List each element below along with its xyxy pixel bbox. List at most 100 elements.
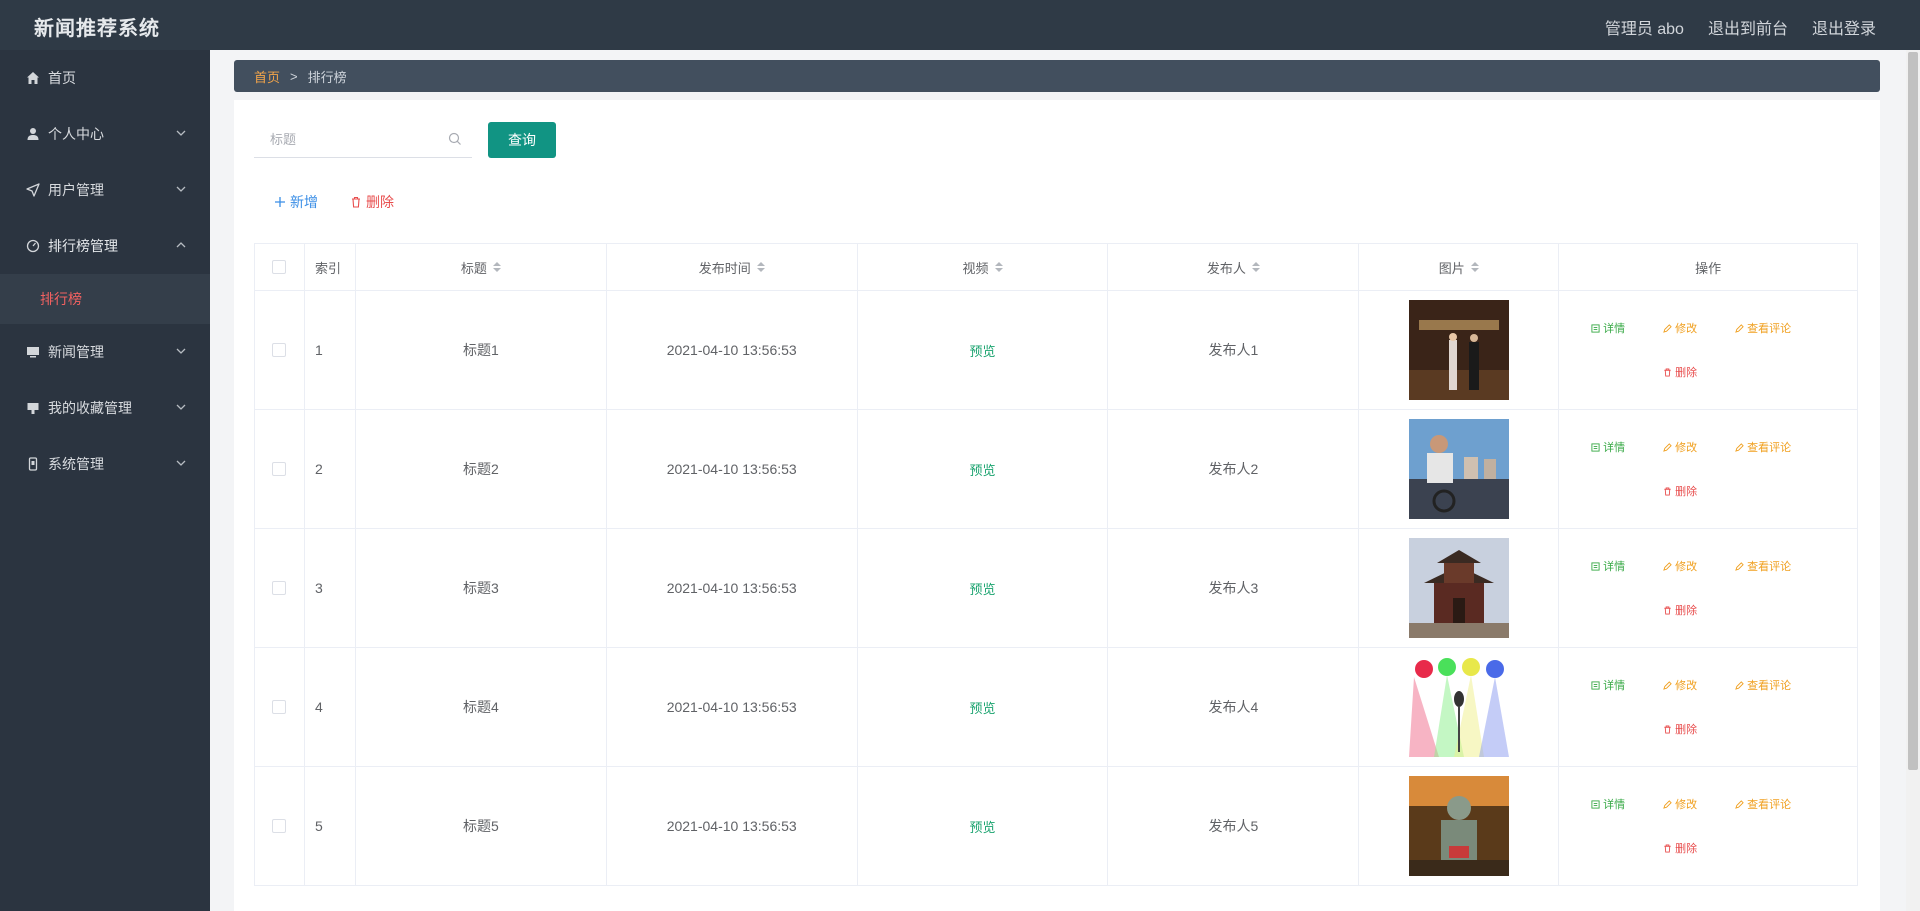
logout-link[interactable]: 退出登录 [1812,15,1876,39]
admin-user-label[interactable]: 管理员 abo [1605,15,1684,39]
row-checkbox[interactable] [272,819,287,833]
row-delete-button[interactable]: 删除 [1663,840,1697,856]
row-delete-button[interactable]: 删除 [1663,364,1697,380]
sidebar-item-news-management[interactable]: 新闻管理 [0,324,210,380]
chevron-down-icon [176,186,186,192]
batch-delete-label: 删除 [366,194,394,210]
sidebar-subitem-ranking[interactable]: 排行榜 [0,274,210,324]
document-icon [1591,561,1600,571]
edit-button[interactable]: 修改 [1663,796,1697,812]
sort-icon[interactable] [756,262,765,272]
edit-icon [1735,799,1744,809]
detail-button[interactable]: 详情 [1591,558,1625,574]
row-checkbox[interactable] [272,462,287,476]
plus-icon [275,197,285,207]
view-comments-button[interactable]: 查看评论 [1735,558,1791,574]
sidebar-item-user-management[interactable]: 用户管理 [0,162,210,218]
sort-icon[interactable] [1251,262,1260,272]
breadcrumb-separator: > [290,68,298,84]
edit-button[interactable]: 修改 [1663,677,1697,693]
breadcrumb-current: 排行榜 [307,69,347,85]
header-time[interactable]: 发布时间 [607,244,858,290]
sort-icon[interactable] [1470,262,1479,272]
view-comments-button[interactable]: 查看评论 [1735,796,1791,812]
sidebar-item-personal-center[interactable]: 个人中心 [0,106,210,162]
page-scrollbar[interactable] [1906,50,1920,911]
row-publisher: 发布人1 [1108,291,1360,409]
row-image-cell [1359,291,1560,409]
detail-button[interactable]: 详情 [1591,796,1625,812]
video-preview-link[interactable]: 预览 [970,698,996,717]
stage-microphone-photo [1408,657,1509,757]
row-delete-button[interactable]: 删除 [1663,721,1697,737]
video-preview-link[interactable]: 预览 [970,460,996,479]
row-video-cell: 预览 [858,648,1109,766]
batch-delete-button[interactable]: 删除 [350,192,394,212]
view-comments-button[interactable]: 查看评论 [1735,320,1791,336]
row-delete-label: 删除 [1675,843,1698,855]
select-all-checkbox[interactable] [272,260,287,274]
search-input[interactable] [254,122,444,156]
row-checkbox[interactable] [272,343,287,357]
sidebar-item-ranking-management[interactable]: 排行榜管理 [0,218,210,274]
header-image[interactable]: 图片 [1359,244,1560,290]
header-publisher[interactable]: 发布人 [1108,244,1360,290]
trash-icon [1664,724,1671,734]
sidebar-item-home[interactable]: 首页 [0,50,210,106]
row-checkbox-cell [255,291,305,409]
sort-icon[interactable] [492,262,501,272]
document-icon [1591,680,1600,690]
scrollbar-thumb[interactable] [1908,52,1918,770]
breadcrumb-home[interactable]: 首页 [254,67,280,86]
video-preview-link[interactable]: 预览 [970,579,996,598]
table-row: 3 标题3 2021-04-10 13:56:53 预览 发布人3 详情 修改 查看评论 删除 [255,529,1858,648]
main-content: 首页 > 排行榜 查询 新增 删除 索引 标题 发布时间 视 [210,50,1900,911]
row-time: 2021-04-10 13:56:53 [607,648,858,766]
header-index: 索引 [305,244,356,290]
sidebar-item-label: 首页 [48,70,76,86]
table-row: 4 标题4 2021-04-10 13:56:53 预览 发布人4 详情 修改 查看评论 删除 [255,648,1858,767]
award-ceremony-photo [1408,300,1509,400]
query-button[interactable]: 查询 [488,122,556,158]
header-video[interactable]: 视频 [858,244,1109,290]
row-checkbox[interactable] [272,581,287,595]
pagoda-photo [1408,538,1509,638]
row-checkbox-cell [255,767,305,885]
detail-button[interactable]: 详情 [1591,439,1625,455]
edit-button[interactable]: 修改 [1663,439,1697,455]
row-time: 2021-04-10 13:56:53 [607,767,858,885]
table-row: 2 标题2 2021-04-10 13:56:53 预览 发布人2 详情 修改 查看评论 删除 [255,410,1858,529]
sort-icon[interactable] [994,262,1003,272]
row-delete-label: 删除 [1675,367,1698,379]
row-title: 标题1 [356,291,607,409]
chevron-down-icon [176,460,186,466]
sidebar-item-favorites-management[interactable]: 我的收藏管理 [0,380,210,436]
row-delete-button[interactable]: 删除 [1663,602,1697,618]
table-row: 1 标题1 2021-04-10 13:56:53 预览 发布人1 详情 修改 查看评论 删除 [255,291,1858,410]
row-title: 标题2 [356,410,607,528]
row-image-cell [1359,410,1560,528]
add-button-label: 新增 [290,194,318,210]
row-checkbox[interactable] [272,700,287,714]
row-delete-button[interactable]: 删除 [1663,483,1697,499]
header-title[interactable]: 标题 [356,244,607,290]
exit-to-front-link[interactable]: 退出到前台 [1708,15,1788,39]
view-comments-button[interactable]: 查看评论 [1735,439,1791,455]
row-ops-cell: 详情 修改 查看评论删除 [1559,529,1858,647]
video-preview-link[interactable]: 预览 [970,341,996,360]
row-publisher: 发布人3 [1108,529,1360,647]
document-icon [1591,442,1600,452]
row-index: 2 [305,410,356,528]
view-comments-button[interactable]: 查看评论 [1735,677,1791,693]
row-title: 标题4 [356,648,607,766]
detail-button[interactable]: 详情 [1591,677,1625,693]
row-ops-cell: 详情 修改 查看评论删除 [1559,648,1858,766]
trash-icon [1664,486,1671,496]
detail-button[interactable]: 详情 [1591,320,1625,336]
video-preview-link[interactable]: 预览 [970,817,996,836]
edit-button[interactable]: 修改 [1663,320,1697,336]
detail-label: 详情 [1603,561,1626,573]
edit-button[interactable]: 修改 [1663,558,1697,574]
add-button[interactable]: 新增 [274,192,318,212]
sidebar-item-system-management[interactable]: 系统管理 [0,436,210,492]
